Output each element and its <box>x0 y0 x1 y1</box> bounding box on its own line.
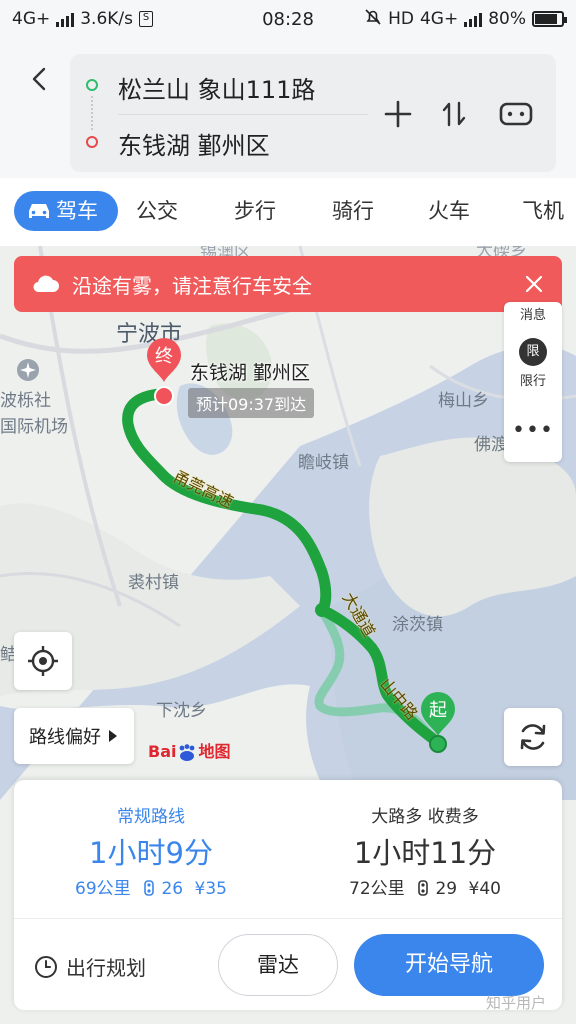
map-label: 瞻岐镇 <box>298 453 349 473</box>
route-option-2[interactable]: 大路多 收费多 1小时11分 72公里 29 ¥40 <box>288 780 562 918</box>
route-lights: 29 <box>435 879 458 899</box>
car-icon <box>29 204 49 218</box>
end-dot-icon <box>86 136 98 148</box>
route-duration: 1小时11分 <box>353 836 497 870</box>
start-location-field[interactable]: 松兰山 象山111路 <box>118 70 315 105</box>
route-fee: ¥40 <box>468 879 501 899</box>
swap-button[interactable] <box>436 96 472 132</box>
route-preference-label: 路线偏好 <box>29 727 101 748</box>
traffic-light-icon <box>144 880 154 896</box>
triangle-right-icon <box>109 730 117 742</box>
alert-text: 沿途有雾，请注意行车安全 <box>72 273 312 298</box>
route-preference-button[interactable]: 路线偏好 <box>14 708 134 764</box>
alert-close-button[interactable] <box>520 270 548 298</box>
plus-icon <box>384 100 412 128</box>
airport-icon <box>17 359 39 381</box>
end-location-field[interactable]: 东钱湖 鄞州区 <box>118 126 270 161</box>
status-bar: 4G+ 3.6K/s S 08:28 HD 4G+ 80% <box>0 0 576 38</box>
start-navigation-button[interactable]: 开始导航 <box>354 934 544 996</box>
restriction-icon[interactable]: 限 <box>519 338 547 366</box>
tab-bike[interactable]: 骑行 <box>332 191 374 231</box>
tab-label: 驾车 <box>56 199 98 223</box>
eta-label: 预计09:37到达 <box>188 388 315 418</box>
close-icon <box>525 275 543 293</box>
map-label: 下沈乡 <box>156 701 207 721</box>
start-marker-label: 起 <box>429 700 447 721</box>
radar-button[interactable]: 雷达 <box>218 934 338 996</box>
map-label: 梅山乡 <box>438 391 489 411</box>
tab-plane[interactable]: 飞机 <box>522 191 564 231</box>
map-label: 裘村镇 <box>128 573 179 593</box>
route-distance: 69公里 <box>75 879 131 899</box>
tab-drive[interactable]: 驾车 <box>14 191 118 231</box>
start-dot-icon <box>86 79 98 91</box>
watermark: 知乎用户 <box>486 994 547 1012</box>
cloud-icon <box>33 275 59 293</box>
clock-icon <box>35 955 57 978</box>
add-waypoint-button[interactable] <box>380 96 416 132</box>
fog-alert-banner[interactable]: 沿途有雾，请注意行车安全 <box>14 256 562 312</box>
map-label: 波栎社 <box>0 391 51 411</box>
battery-icon <box>532 11 567 27</box>
route-connector <box>91 96 93 130</box>
messages-label[interactable]: 消息 <box>504 304 562 323</box>
traffic-light-icon <box>418 880 428 896</box>
clock: 08:28 <box>262 8 314 30</box>
route-options-sheet: 常规路线 1小时9分 69公里 26 ¥35 大路多 收费多 1小时11分 72… <box>14 780 562 1010</box>
route-lights: 26 <box>161 879 184 899</box>
map-label: 佛渡 <box>474 435 508 455</box>
route-header: 松兰山 象山111路 东钱湖 鄞州区 <box>0 38 576 178</box>
route-meta: 72公里 29 ¥40 <box>288 874 562 899</box>
paw-icon <box>180 743 195 761</box>
trip-plan-label: 出行规划 <box>66 956 146 980</box>
route-option-1[interactable]: 常规路线 1小时9分 69公里 26 ¥35 <box>14 780 288 918</box>
trip-plan-button[interactable]: 出行规划 <box>34 952 146 981</box>
refresh-icon <box>520 724 546 750</box>
refresh-button[interactable] <box>504 708 562 766</box>
route-tag: 大路多 收费多 <box>371 807 479 827</box>
route-meta: 69公里 26 ¥35 <box>14 874 288 899</box>
divider <box>14 918 562 919</box>
destination-label: 东钱湖 鄞州区 <box>190 362 311 384</box>
route-fee: ¥35 <box>194 879 227 899</box>
locate-icon <box>28 646 58 676</box>
map-label: 涂茨镇 <box>392 615 443 635</box>
tab-walk[interactable]: 步行 <box>234 191 276 231</box>
destination-pin-icon[interactable]: 终 <box>144 336 184 410</box>
route-input-card: 松兰山 象山111路 东钱湖 鄞州区 <box>70 54 556 172</box>
origin-pin-icon[interactable]: 起 <box>418 690 458 756</box>
chevron-left-icon <box>32 67 46 91</box>
map-tools-panel: 消息 限 限行 ••• <box>504 302 562 462</box>
more-button[interactable]: ••• <box>504 418 562 443</box>
end-marker-label: 终 <box>155 346 173 367</box>
divider <box>118 114 368 115</box>
tab-train[interactable]: 火车 <box>428 191 470 231</box>
back-button[interactable] <box>24 64 54 94</box>
locate-button[interactable] <box>14 632 72 690</box>
baidu-map-logo: Bai 地图 <box>148 742 231 761</box>
travel-mode-tabs: 驾车 公交 步行 骑行 火车 飞机 <box>0 178 576 246</box>
swap-icon <box>442 101 466 127</box>
route-tag: 常规路线 <box>117 807 185 827</box>
route-distance: 72公里 <box>349 879 405 899</box>
map-view[interactable]: 锡澳区 大碶乡 宁波市 波栎社 国际机场 梅山乡 佛渡 瞻岐镇 裘村镇 涂茨镇 … <box>0 246 576 800</box>
restriction-label[interactable]: 限行 <box>504 370 562 389</box>
route-duration: 1小时9分 <box>89 836 213 870</box>
map-label: 国际机场 <box>0 417 68 437</box>
car-plate-icon <box>499 102 533 126</box>
vehicle-settings-button[interactable] <box>498 96 534 132</box>
tab-bus[interactable]: 公交 <box>136 191 178 231</box>
